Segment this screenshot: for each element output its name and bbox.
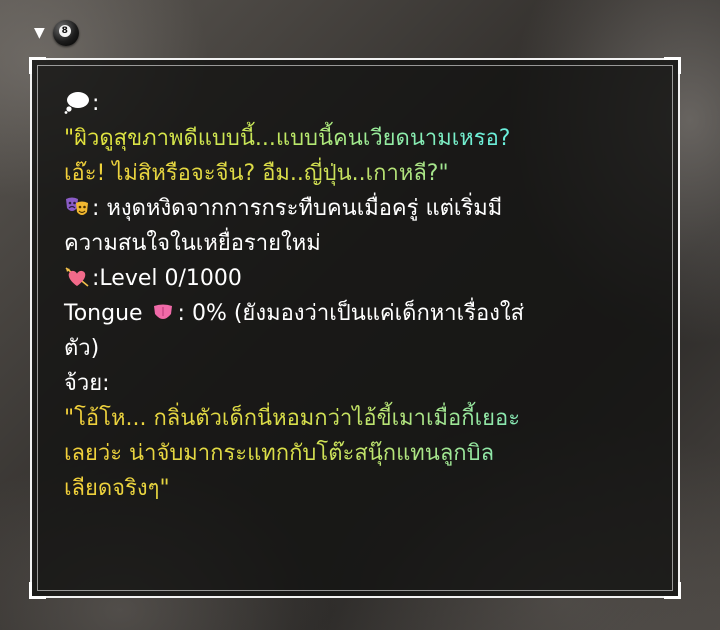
tongue-value: : 0% (ยังมองว่าเป็นแค่เด็กหาเรื่องใส่ (177, 301, 525, 326)
tongue-label: Tongue (64, 301, 143, 326)
frame-corner (664, 582, 681, 599)
tongue-line: Tongue : 0% (ยังมองว่าเป็นแค่เด็กหาเรื่อ… (64, 296, 654, 331)
level-text: :Level 0/1000 (92, 266, 242, 291)
mood-line: : หงุดหงิดจากการกระทืบคนเมื่อครู่ แต่เริ… (64, 191, 654, 226)
caret-down-icon[interactable]: ▼ (34, 25, 45, 41)
frame-corner (29, 582, 46, 599)
tongue-value-continued: ตัว) (64, 336, 100, 361)
speaker-quote-line: "โอ้โห... กลิ่นตัวเด็กนี่หอมกว่าไอ้ขี้เม… (64, 401, 654, 436)
mood-text-continued: ความสนใจในเหยื่อรายใหม่ (64, 231, 321, 256)
eight-ball-icon: 8 (52, 20, 79, 46)
eight-ball-number: 8 (58, 25, 71, 37)
status-content: : "ผิวดูสุขภาพดีแบบนี้...แบบนี้คนเวียดนา… (64, 86, 654, 506)
thought-quote-line: เอ๊ะ! ไม่สิหรือจะจีน? อืม..ญี่ปุ่น..เกาห… (64, 156, 654, 191)
status-card: : "ผิวดูสุขภาพดีแบบนี้...แบบนี้คนเวียดนา… (29, 57, 681, 599)
speaker-quote-line: เลียดจริงๆ" (64, 471, 654, 506)
frame-corner (29, 57, 46, 74)
frame-corner (664, 57, 681, 74)
speaker-quote-line: เลยว่ะ น่าจับมากระแทกกับโต๊ะสนุ๊กแทนลูกบ… (64, 436, 654, 471)
thought-quote-line: "ผิวดูสุขภาพดีแบบนี้...แบบนี้คนเวียดนามเ… (64, 121, 654, 156)
speaker-label: จ้วย: (64, 371, 110, 396)
tongue-icon (150, 300, 176, 324)
thought-bubble-icon (64, 90, 90, 114)
heart-arrow-icon (64, 265, 90, 289)
performing-arts-masks-icon (64, 195, 90, 219)
level-line: :Level 0/1000 (64, 261, 654, 296)
collapse-toggle[interactable]: ▼ 8 (34, 20, 79, 46)
mood-text: : หงุดหงิดจากการกระทืบคนเมื่อครู่ แต่เริ… (92, 196, 503, 221)
thought-label: : (92, 91, 100, 116)
thought-heading: : (64, 86, 654, 121)
